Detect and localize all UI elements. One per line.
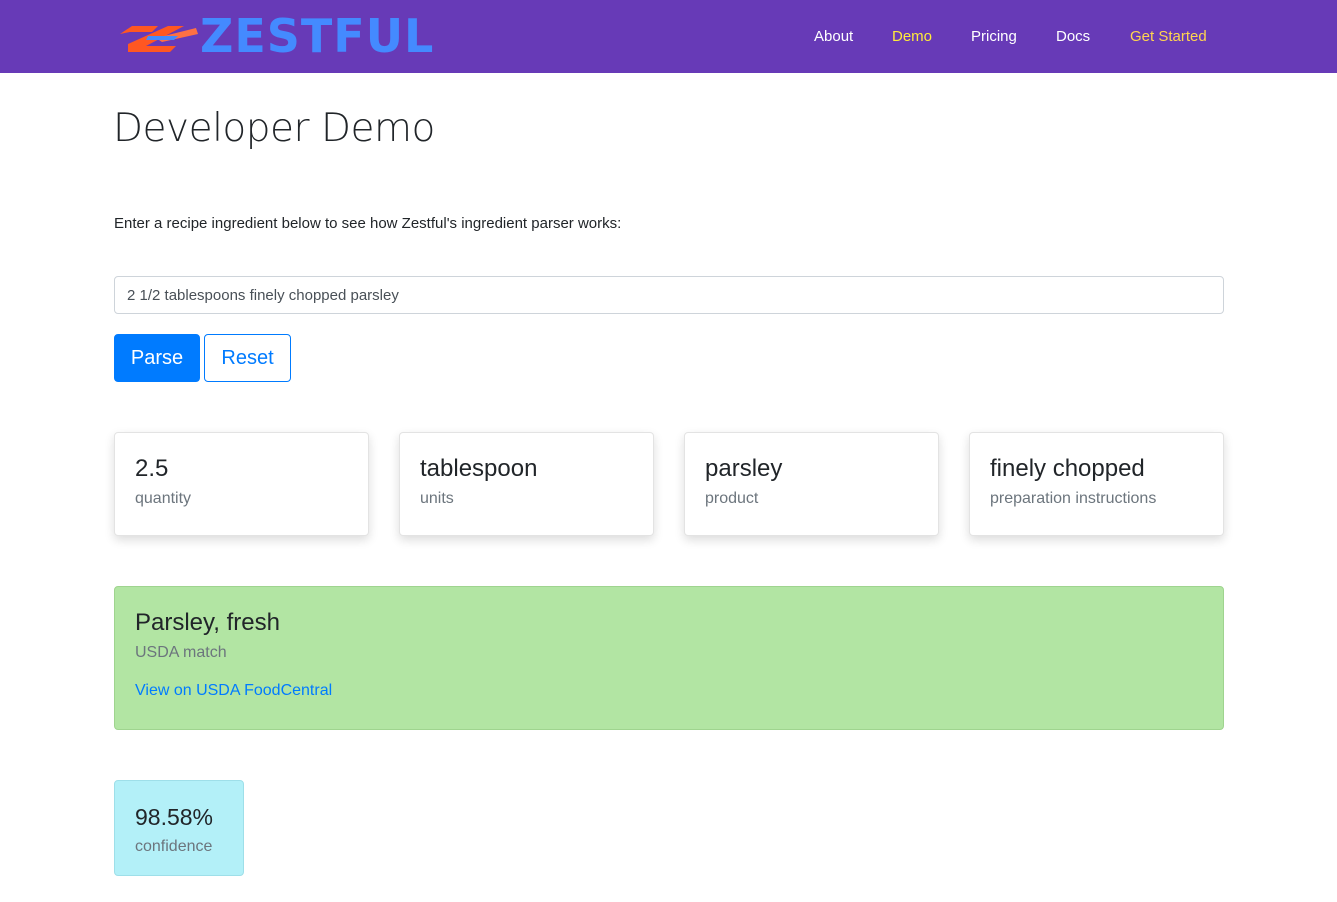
confidence-value: 98.58% [135, 804, 214, 830]
preparation-label: preparation instructions [990, 490, 1157, 507]
result-card-units: tablespoon units [399, 432, 654, 536]
product-value: parsley [705, 455, 783, 482]
top-navbar: ZESTFUL About Demo Pricing Docs Get Star… [0, 0, 1337, 73]
usda-match-panel: Parsley, fresh USDA match View on USDA F… [114, 586, 1224, 730]
ingredient-input[interactable] [114, 276, 1224, 314]
page-title: Developer Demo [113, 106, 435, 151]
usda-foodcentral-link[interactable]: View on USDA FoodCentral [135, 681, 332, 701]
quantity-value: 2.5 [135, 455, 169, 482]
result-card-preparation: finely chopped preparation instructions [969, 432, 1224, 536]
result-card-quantity: 2.5 quantity [114, 432, 369, 536]
quantity-label: quantity [135, 490, 192, 507]
nav-get-started[interactable]: Get Started [1130, 28, 1207, 46]
intro-text: Enter a recipe ingredient below to see h… [114, 215, 622, 232]
confidence-label: confidence [135, 838, 213, 855]
product-label: product [705, 490, 759, 507]
nav-docs[interactable]: Docs [1056, 28, 1090, 46]
result-card-product: parsley product [684, 432, 939, 536]
units-label: units [420, 490, 454, 507]
confidence-panel: 98.58% confidence [114, 780, 244, 876]
preparation-value: finely chopped [990, 455, 1145, 482]
nav-menu: About Demo Pricing Docs Get Started [0, 0, 1337, 73]
usda-match-label: USDA match [135, 644, 227, 661]
reset-button[interactable]: Reset [204, 334, 291, 382]
units-value: tablespoon [420, 455, 538, 482]
nav-pricing[interactable]: Pricing [971, 28, 1017, 46]
nav-about[interactable]: About [814, 28, 853, 46]
usda-food-name: Parsley, fresh [135, 609, 280, 636]
parse-button[interactable]: Parse [114, 334, 200, 382]
nav-demo[interactable]: Demo [892, 28, 932, 46]
